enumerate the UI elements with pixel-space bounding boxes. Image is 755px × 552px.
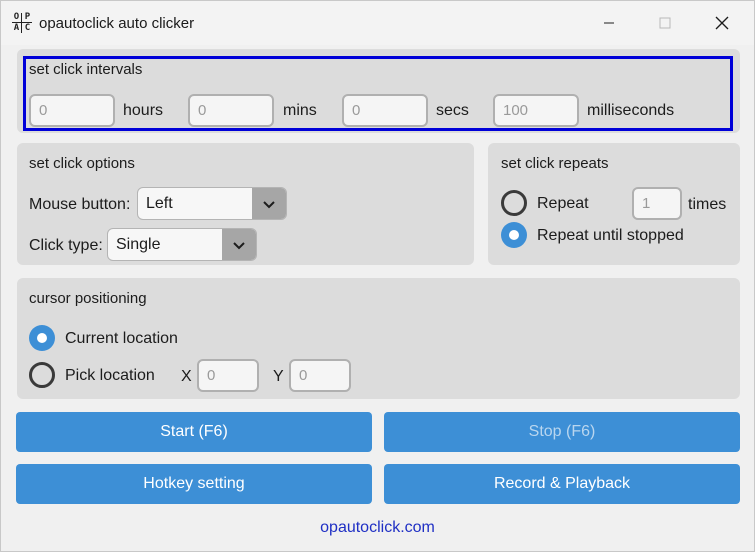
mins-label: mins	[283, 102, 317, 119]
milliseconds-input[interactable]: 100	[493, 94, 579, 127]
app-window: O P A C opautoclick auto clicker set cli…	[0, 0, 755, 552]
pick-location-label: Pick location	[65, 367, 155, 384]
click-repeats-title: set click repeats	[501, 155, 609, 172]
x-coordinate-input[interactable]: 0	[197, 359, 259, 392]
maximize-icon	[659, 17, 671, 29]
app-logo-letter-2: P	[24, 12, 31, 22]
minimize-button[interactable]	[581, 1, 637, 45]
hours-label: hours	[123, 102, 164, 119]
start-button[interactable]: Start (F6)	[16, 412, 372, 452]
repeat-count-input[interactable]: 1	[632, 187, 682, 220]
app-logo-icon: O P A C	[12, 13, 32, 33]
current-location-radio[interactable]	[29, 325, 55, 351]
hotkey-setting-button[interactable]: Hotkey setting	[16, 464, 372, 504]
click-options-title: set click options	[29, 155, 135, 172]
click-type-select[interactable]: Single	[107, 228, 257, 261]
website-link[interactable]: opautoclick.com	[1, 519, 754, 537]
mouse-button-dropdown-toggle[interactable]	[252, 188, 286, 219]
repeat-until-stopped-label: Repeat until stopped	[537, 227, 684, 244]
mins-input[interactable]: 0	[188, 94, 274, 127]
click-type-value: Single	[116, 236, 161, 253]
times-label: times	[688, 196, 727, 213]
maximize-button[interactable]	[637, 1, 693, 45]
secs-input[interactable]: 0	[342, 94, 428, 127]
app-logo-letter-1: O	[13, 12, 20, 22]
y-coordinate-label: Y	[273, 368, 284, 385]
click-type-dropdown-toggle[interactable]	[222, 229, 256, 260]
mouse-button-value: Left	[146, 195, 173, 212]
repeat-radio[interactable]	[501, 190, 527, 216]
x-coordinate-label: X	[181, 368, 192, 385]
title-bar: O P A C opautoclick auto clicker	[1, 1, 754, 45]
stop-button[interactable]: Stop (F6)	[384, 412, 740, 452]
mouse-button-select[interactable]: Left	[137, 187, 287, 220]
close-button[interactable]	[694, 1, 750, 45]
click-type-label: Click type:	[29, 237, 103, 254]
chevron-down-icon	[233, 241, 245, 249]
click-intervals-title: set click intervals	[29, 61, 143, 78]
y-coordinate-input[interactable]: 0	[289, 359, 351, 392]
current-location-label: Current location	[65, 330, 178, 347]
chevron-down-icon	[263, 200, 275, 208]
hours-input[interactable]: 0	[29, 94, 115, 127]
milliseconds-label: milliseconds	[587, 102, 675, 119]
close-icon	[715, 16, 729, 30]
minimize-icon	[604, 22, 614, 24]
window-title: opautoclick auto clicker	[39, 15, 195, 32]
cursor-positioning-title: cursor positioning	[29, 290, 147, 307]
mouse-button-label: Mouse button:	[29, 196, 131, 213]
secs-label: secs	[436, 102, 469, 119]
record-playback-button[interactable]: Record & Playback	[384, 464, 740, 504]
app-logo-letter-4: C	[24, 23, 31, 33]
repeat-until-stopped-radio[interactable]	[501, 222, 527, 248]
pick-location-radio[interactable]	[29, 362, 55, 388]
app-logo-letter-3: A	[13, 23, 20, 33]
repeat-label: Repeat	[537, 195, 589, 212]
